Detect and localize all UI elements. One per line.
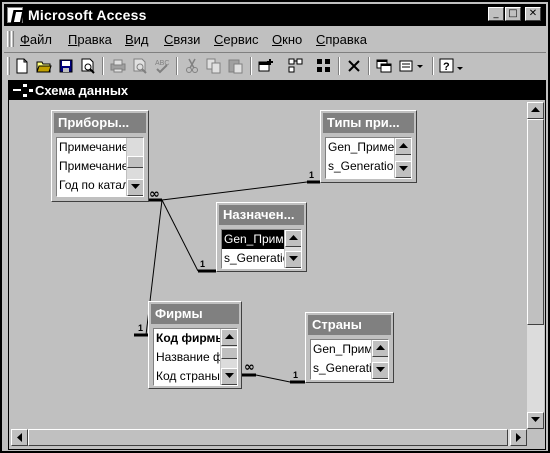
relationship-one-label: 1 bbox=[309, 170, 314, 180]
window-icon[interactable] bbox=[374, 56, 394, 76]
open-icon[interactable] bbox=[34, 56, 54, 76]
menu-tools[interactable]: Сервис bbox=[214, 32, 259, 47]
relationship-one-label: 1 bbox=[200, 259, 205, 269]
access-app-icon[interactable] bbox=[7, 7, 23, 23]
menu-view[interactable]: Вид bbox=[125, 32, 149, 47]
table-tipy[interactable]: Типы при... Gen_Примечание s_Generation bbox=[320, 110, 417, 183]
table-title[interactable]: Типы при... bbox=[323, 113, 414, 133]
relationships-window: Схема данных ∞ 1 1 1 ∞ 1 Приборы... Прим… bbox=[8, 80, 546, 450]
toolbar: ABC ? bbox=[4, 52, 546, 78]
show-direct-icon[interactable] bbox=[286, 56, 306, 76]
toolbar-separator bbox=[338, 57, 340, 75]
table-title[interactable]: Фирмы bbox=[151, 304, 239, 324]
maximize-button[interactable]: □ bbox=[505, 7, 521, 21]
scroll-down-button[interactable] bbox=[127, 179, 143, 196]
delete-icon[interactable] bbox=[344, 56, 364, 76]
vertical-scroll-thumb[interactable] bbox=[527, 119, 544, 325]
toolbar-separator bbox=[176, 57, 178, 75]
minimize-button[interactable]: _ bbox=[488, 7, 504, 21]
scroll-up-button[interactable] bbox=[285, 230, 301, 247]
table-title[interactable]: Приборы... bbox=[54, 113, 146, 133]
menu-file[interactable]: Файл bbox=[20, 32, 52, 47]
toolbar-grip[interactable] bbox=[7, 57, 10, 75]
system-menu-icon[interactable] bbox=[13, 89, 21, 91]
menu-edit[interactable]: Правка bbox=[68, 32, 112, 47]
save-icon[interactable] bbox=[56, 56, 76, 76]
scroll-down-button[interactable] bbox=[395, 161, 411, 178]
table-pribory[interactable]: Приборы... Примечание Примечание Год по … bbox=[51, 110, 149, 202]
relationships-icon bbox=[23, 84, 33, 97]
scroll-left-button[interactable] bbox=[11, 429, 28, 446]
relationships-title-bar[interactable]: Схема данных bbox=[9, 81, 545, 100]
new-object-icon[interactable] bbox=[398, 56, 426, 76]
menu-window[interactable]: Окно bbox=[272, 32, 302, 47]
title-bar[interactable]: Microsoft Access _ □ ✕ bbox=[4, 4, 546, 26]
scroll-up-button[interactable] bbox=[395, 138, 411, 155]
scroll-down-button[interactable] bbox=[527, 412, 544, 429]
new-icon[interactable] bbox=[12, 56, 32, 76]
menu-help[interactable]: Справка bbox=[316, 32, 367, 47]
scroll-up-button[interactable] bbox=[221, 329, 237, 346]
table-title[interactable]: Страны bbox=[308, 315, 391, 335]
horizontal-scrollbar[interactable] bbox=[11, 429, 527, 446]
table-naznachenie[interactable]: Назначен... Gen_Примечание s_Generation bbox=[216, 202, 307, 272]
field-list-scrollbar[interactable] bbox=[394, 138, 411, 178]
scroll-up-button[interactable] bbox=[527, 102, 544, 119]
scroll-thumb[interactable] bbox=[221, 347, 237, 359]
scroll-down-button[interactable] bbox=[221, 368, 237, 385]
menu-bar: Файл Правка Вид Связи Сервис Окно Справк… bbox=[4, 28, 546, 50]
show-all-icon[interactable] bbox=[314, 56, 334, 76]
print-preview-icon[interactable] bbox=[78, 56, 98, 76]
toolbar-separator bbox=[102, 57, 104, 75]
close-button[interactable]: ✕ bbox=[525, 7, 541, 21]
horizontal-scroll-thumb[interactable] bbox=[28, 429, 508, 446]
field-list-scrollbar[interactable] bbox=[371, 340, 388, 379]
menubar-grip[interactable] bbox=[11, 31, 14, 47]
show-table-icon[interactable] bbox=[256, 56, 276, 76]
window-title: Microsoft Access bbox=[28, 7, 147, 23]
menu-relationships[interactable]: Связи bbox=[164, 32, 200, 47]
field-list[interactable]: Gen_Примечание s_Generation bbox=[325, 137, 412, 179]
relationship-one-label: 1 bbox=[293, 370, 298, 380]
relationship-pribory-naznachenie[interactable] bbox=[161, 199, 216, 273]
cut-icon[interactable] bbox=[182, 56, 202, 76]
relationships-canvas[interactable]: ∞ 1 1 1 ∞ 1 Приборы... Примечание Примеч… bbox=[11, 102, 527, 429]
size-box bbox=[527, 429, 544, 446]
field-list[interactable]: Gen_Примечание s_Generation bbox=[221, 229, 302, 269]
vertical-scrollbar[interactable] bbox=[527, 102, 544, 429]
toolbar-separator bbox=[368, 57, 370, 75]
table-title[interactable]: Назначен... bbox=[219, 205, 304, 225]
field-list[interactable]: Код фирмы Название фирмы Код страны bbox=[153, 328, 238, 386]
menubar-grip[interactable] bbox=[7, 31, 10, 47]
relationship-many-label: ∞ bbox=[244, 360, 255, 375]
table-firmy[interactable]: Фирмы Код фирмы Название фирмы Код стран… bbox=[148, 301, 242, 389]
spelling-icon[interactable]: ABC bbox=[152, 56, 172, 76]
relationships-title: Схема данных bbox=[35, 83, 129, 98]
help-icon[interactable]: ? bbox=[438, 56, 466, 76]
table-strany[interactable]: Страны Gen_Примечание s_Generation bbox=[305, 312, 394, 383]
scroll-down-button[interactable] bbox=[285, 251, 301, 268]
field-list[interactable]: Gen_Примечание s_Generation bbox=[310, 339, 389, 380]
app-window: Microsoft Access _ □ ✕ Файл Правка Вид С… bbox=[0, 0, 550, 453]
toolbar-separator bbox=[250, 57, 252, 75]
relationship-many-label: ∞ bbox=[149, 187, 160, 202]
field-list-scrollbar[interactable] bbox=[284, 230, 301, 268]
preview-icon[interactable] bbox=[130, 56, 150, 76]
scroll-right-button[interactable] bbox=[510, 429, 527, 446]
print-icon[interactable] bbox=[108, 56, 128, 76]
relationship-pribory-tipy[interactable] bbox=[149, 180, 320, 202]
field-list-scrollbar[interactable] bbox=[220, 329, 237, 385]
field-list[interactable]: Примечание Примечание Год по каталогу bbox=[56, 137, 144, 197]
field-list-scrollbar[interactable] bbox=[126, 138, 143, 196]
copy-icon[interactable] bbox=[204, 56, 224, 76]
scroll-down-button[interactable] bbox=[372, 362, 388, 379]
scroll-thumb[interactable] bbox=[127, 156, 143, 168]
relationship-one-label: 1 bbox=[138, 323, 143, 333]
svg-text:?: ? bbox=[443, 61, 450, 73]
scroll-up-button[interactable] bbox=[372, 340, 388, 357]
toolbar-separator bbox=[432, 57, 434, 75]
paste-icon[interactable] bbox=[226, 56, 246, 76]
